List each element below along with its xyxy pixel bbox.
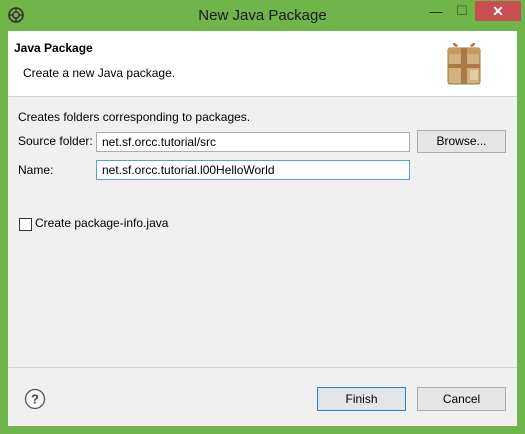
minimize-button[interactable]: — — [423, 1, 449, 21]
close-button[interactable]: ✕ — [475, 1, 521, 21]
dialog-client-area: Java Package Create a new Java package. … — [8, 31, 517, 426]
banner-title: Java Package — [14, 41, 93, 55]
browse-button[interactable]: Browse... — [417, 130, 506, 153]
package-info-label[interactable]: Create package-info.java — [35, 216, 168, 230]
package-info-checkbox[interactable] — [19, 218, 32, 231]
title-bar[interactable]: New Java Package — ☐ ✕ — [0, 0, 525, 31]
name-label: Name: — [18, 163, 54, 177]
wizard-content: Creates folders corresponding to package… — [8, 97, 517, 367]
maximize-button[interactable]: ☐ — [449, 1, 475, 21]
cancel-button[interactable]: Cancel — [417, 387, 506, 411]
svg-text:?: ? — [31, 392, 39, 407]
package-box-icon — [447, 42, 481, 85]
help-icon[interactable]: ? — [24, 388, 46, 410]
package-name-input[interactable]: net.sf.orcc.tutorial.l00HelloWorld — [96, 160, 410, 180]
finish-button[interactable]: Finish — [317, 387, 406, 411]
source-folder-label-text: Source folder: — [18, 134, 93, 148]
source-folder-label: Source folder: — [18, 134, 93, 148]
wizard-banner: Java Package Create a new Java package. — [8, 31, 517, 97]
source-folder-input[interactable]: net.sf.orcc.tutorial/src — [96, 132, 410, 152]
footer-separator — [8, 367, 517, 368]
intro-text: Creates folders corresponding to package… — [18, 110, 251, 124]
dialog-window: New Java Package — ☐ ✕ Java Package Crea… — [0, 0, 525, 434]
banner-description: Create a new Java package. — [23, 66, 176, 80]
